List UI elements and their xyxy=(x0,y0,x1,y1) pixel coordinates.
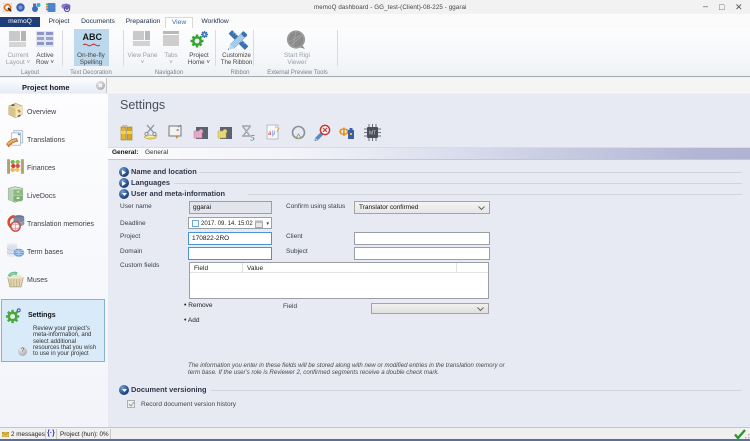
svg-text:Φ: Φ xyxy=(339,125,349,139)
svg-text:5: 5 xyxy=(251,133,255,142)
svg-text:MT: MT xyxy=(369,131,376,137)
